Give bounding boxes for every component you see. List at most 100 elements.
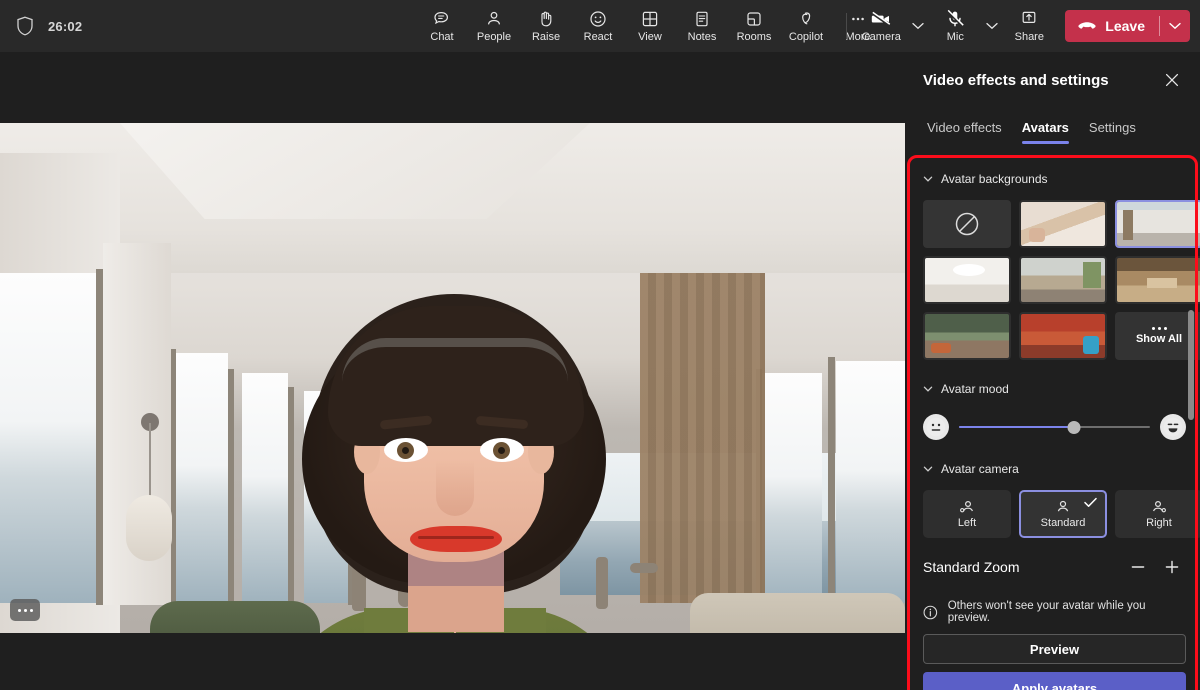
background-thumb-ocean-office[interactable]: [1115, 200, 1200, 248]
background-thumb-warm-dining[interactable]: [1115, 256, 1200, 304]
toolbar-button-notes[interactable]: Notes: [676, 2, 728, 50]
section-label: Avatar camera: [941, 462, 1019, 476]
leave-label: Leave: [1105, 18, 1145, 34]
toolbar-label: People: [477, 31, 511, 43]
camera-options-caret[interactable]: [907, 6, 929, 46]
slider-fill: [959, 426, 1074, 428]
toolbar-label: View: [638, 31, 662, 43]
camera-option-standard[interactable]: Standard: [1019, 490, 1107, 538]
avatar-mood-slider[interactable]: [959, 419, 1150, 435]
stage-more-options-button[interactable]: [10, 599, 40, 621]
close-panel-button[interactable]: [1158, 66, 1186, 94]
breakout-rooms-icon: [744, 9, 764, 29]
zoom-buttons: [1124, 553, 1186, 581]
video-effects-panel: Video effects and settings Video effects…: [907, 52, 1200, 690]
section-avatar-camera-header[interactable]: Avatar camera: [923, 456, 1186, 482]
background-thumb-red-studio[interactable]: [1019, 312, 1107, 360]
camera-angle-left-icon: [957, 499, 977, 515]
hangup-icon: [1077, 19, 1097, 33]
background-thumb-garden-patio[interactable]: [923, 312, 1011, 360]
plus-icon: [1163, 558, 1181, 576]
mic-options-caret[interactable]: [981, 6, 1003, 46]
preview-button[interactable]: Preview: [923, 634, 1186, 664]
toolbar-label: Camera: [862, 31, 901, 43]
avatars-tab-content: Avatar backgrounds Show Al: [907, 158, 1200, 690]
toolbar-button-people[interactable]: People: [468, 2, 520, 50]
toolbar-label: Chat: [430, 31, 453, 43]
teams-meeting-window: 26:02 Chat People Raise: [0, 0, 1200, 690]
close-icon: [1165, 73, 1179, 87]
camera-option-label: Standard: [1041, 517, 1086, 529]
avatar-zoom-row: Standard Zoom: [923, 552, 1186, 582]
tab-avatars[interactable]: Avatars: [1012, 108, 1079, 146]
panel-tabs: Video effects Avatars Settings: [907, 108, 1200, 146]
avatar-figure: [268, 278, 640, 633]
apply-avatars-button[interactable]: Apply avatars: [923, 672, 1186, 690]
background-thumb-modern-living[interactable]: [1019, 256, 1107, 304]
show-all-label: Show All: [1136, 333, 1182, 345]
background-thumb-none[interactable]: [923, 200, 1011, 248]
toolbar-button-camera[interactable]: Camera: [855, 2, 907, 50]
tab-video-effects[interactable]: Video effects: [917, 108, 1012, 146]
happy-face-icon: [1160, 414, 1186, 440]
no-background-icon: [953, 210, 981, 238]
toolbar-label: Rooms: [737, 31, 772, 43]
chevron-down-icon: [986, 22, 998, 30]
view-grid-icon: [640, 9, 660, 29]
toolbar-button-chat[interactable]: Chat: [416, 2, 468, 50]
camera-angle-standard-icon: [1053, 499, 1073, 515]
shield-icon: [16, 16, 34, 36]
toolbar-divider: [846, 13, 847, 39]
toolbar-label: Copilot: [789, 31, 823, 43]
dot: [30, 609, 33, 612]
toolbar-label: Notes: [688, 31, 717, 43]
camera-option-left[interactable]: Left: [923, 490, 1011, 538]
preview-info-note: Others won't see your avatar while you p…: [923, 600, 1186, 624]
toolbar-button-share[interactable]: Share: [1003, 2, 1055, 50]
camera-option-label: Right: [1146, 517, 1172, 529]
toolbar-button-copilot[interactable]: Copilot: [780, 2, 832, 50]
panel-scrollbar-thumb[interactable]: [1188, 310, 1194, 420]
toolbar-label: Share: [1015, 31, 1044, 43]
tab-settings[interactable]: Settings: [1079, 108, 1146, 146]
avatar-mood-control: [923, 412, 1186, 442]
video-stage[interactable]: [0, 123, 905, 633]
toolbar-button-view[interactable]: View: [624, 2, 676, 50]
slider-thumb[interactable]: [1067, 421, 1080, 434]
leave-button[interactable]: Leave: [1065, 10, 1190, 42]
background-thumb-wood-loft[interactable]: [1019, 200, 1107, 248]
panel-scrollbar[interactable]: [1188, 310, 1194, 678]
panel-title: Video effects and settings: [923, 72, 1109, 89]
zoom-out-button[interactable]: [1124, 553, 1152, 581]
section-avatar-mood-header[interactable]: Avatar mood: [923, 376, 1186, 402]
toolbar-button-raise[interactable]: Raise: [520, 2, 572, 50]
toolbar-label: React: [584, 31, 613, 43]
background-thumb-white-gallery[interactable]: [923, 256, 1011, 304]
copilot-icon: [796, 9, 816, 29]
toolbar-button-rooms[interactable]: Rooms: [728, 2, 780, 50]
chevron-down-icon: [923, 174, 933, 184]
section-label: Avatar mood: [941, 382, 1009, 396]
dot: [24, 609, 27, 612]
section-label: Avatar backgrounds: [941, 172, 1048, 186]
chevron-down-icon: [923, 384, 933, 394]
neutral-face-icon: [923, 414, 949, 440]
more-ellipsis-icon: [1152, 327, 1167, 330]
minus-icon: [1129, 558, 1147, 576]
meeting-timer: 26:02: [48, 19, 82, 34]
raise-hand-icon: [536, 9, 556, 29]
mic-off-icon: [945, 9, 965, 29]
toolbar-button-mic[interactable]: Mic: [929, 2, 981, 50]
react-smiley-icon: [588, 9, 608, 29]
info-circle-icon: [923, 605, 938, 620]
leave-options-caret[interactable]: [1160, 10, 1190, 42]
leave-main[interactable]: Leave: [1065, 10, 1159, 42]
zoom-in-button[interactable]: [1158, 553, 1186, 581]
section-avatar-backgrounds-header[interactable]: Avatar backgrounds: [923, 166, 1186, 192]
toolbar-button-react[interactable]: React: [572, 2, 624, 50]
dot: [18, 609, 21, 612]
toolbar-label: Raise: [532, 31, 560, 43]
toolbar-center-actions: Chat People Raise React: [416, 0, 884, 52]
camera-option-label: Left: [958, 517, 976, 529]
chevron-down-icon: [1169, 22, 1181, 30]
